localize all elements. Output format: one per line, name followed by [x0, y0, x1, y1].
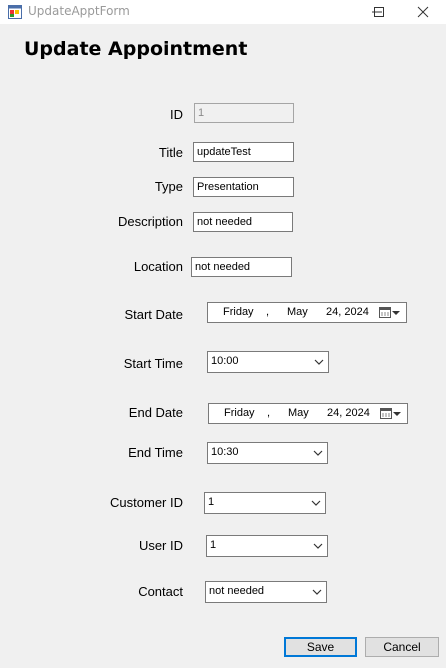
type-field[interactable]: Presentation	[193, 177, 294, 197]
chevron-down-icon	[313, 543, 323, 549]
contact-select[interactable]: not needed	[205, 581, 327, 603]
end-date-separator: ,	[267, 407, 271, 419]
location-label: Location	[133, 259, 183, 274]
chevron-down-icon	[311, 500, 321, 506]
description-field[interactable]: not needed	[193, 212, 293, 232]
calendar-dropdown-icon[interactable]	[379, 306, 401, 319]
start-time-value: 10:00	[211, 355, 239, 367]
close-icon	[417, 6, 429, 18]
user-id-select[interactable]: 1	[206, 535, 328, 557]
chevron-down-icon	[314, 359, 324, 365]
title-label: Title	[158, 145, 183, 160]
app-icon	[8, 5, 22, 19]
id-field: 1	[194, 103, 294, 123]
end-date-day-year: 24, 2024	[327, 407, 370, 419]
start-date-day-year: 24, 2024	[326, 306, 369, 318]
customer-id-value: 1	[208, 496, 215, 508]
customer-id-label: Customer ID	[110, 495, 183, 510]
contact-value: not needed	[209, 585, 265, 597]
save-button[interactable]: Save	[284, 637, 357, 657]
calendar-dropdown-icon[interactable]	[380, 407, 402, 420]
end-date-label: End Date	[128, 405, 183, 420]
end-time-label: End Time	[128, 445, 183, 460]
end-time-select[interactable]: 10:30	[207, 442, 328, 464]
chevron-down-icon	[312, 589, 322, 595]
start-date-month: May	[287, 306, 308, 318]
start-date-label: Start Date	[124, 307, 183, 322]
page-title: Update Appointment	[24, 38, 248, 60]
start-time-select[interactable]: 10:00	[207, 351, 329, 373]
start-time-label: Start Time	[123, 356, 183, 371]
type-label: Type	[154, 179, 183, 194]
user-id-label: User ID	[138, 538, 183, 553]
end-date-weekday: Friday	[224, 407, 255, 419]
description-label: Description	[117, 214, 183, 229]
start-date-weekday: Friday	[223, 306, 254, 318]
maximize-button[interactable]	[356, 0, 402, 24]
window-title: UpdateApptForm	[28, 4, 130, 18]
user-id-value: 1	[210, 539, 217, 551]
start-date-separator: ,	[266, 306, 270, 318]
start-date-picker[interactable]: Friday , May 24, 2024	[207, 302, 407, 323]
customer-id-select[interactable]: 1	[204, 492, 326, 514]
maximize-icon	[374, 7, 384, 17]
end-date-month: May	[288, 407, 309, 419]
chevron-down-icon	[313, 450, 323, 456]
cancel-button[interactable]: Cancel	[365, 637, 439, 657]
end-date-picker[interactable]: Friday , May 24, 2024	[208, 403, 408, 424]
id-label: ID	[170, 107, 183, 122]
location-field[interactable]: not needed	[191, 257, 292, 277]
title-field[interactable]: updateTest	[193, 142, 294, 162]
close-button[interactable]	[400, 0, 446, 24]
end-time-value: 10:30	[211, 446, 239, 458]
contact-label: Contact	[138, 584, 183, 599]
